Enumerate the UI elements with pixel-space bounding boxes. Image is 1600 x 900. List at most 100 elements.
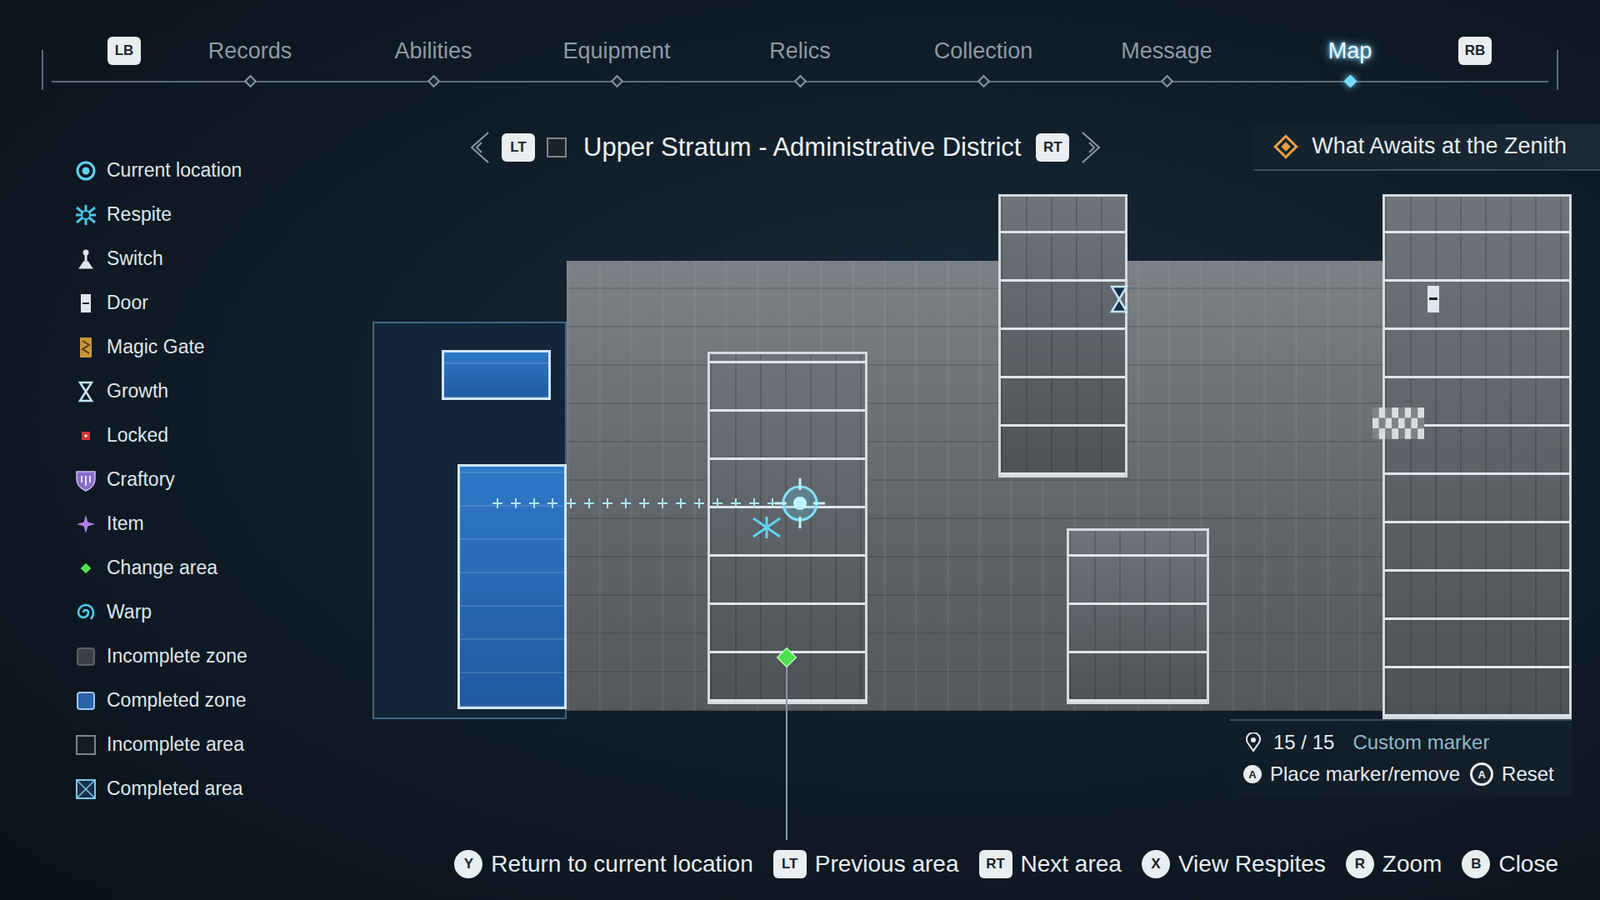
completed-zone-icon <box>73 688 99 714</box>
current-location-icon <box>775 478 825 529</box>
map-zone[interactable] <box>1382 194 1572 720</box>
map-canvas[interactable] <box>372 194 1572 720</box>
item-icon <box>73 511 99 537</box>
map-zone[interactable] <box>441 350 551 400</box>
action-label[interactable]: Reset <box>1501 762 1555 786</box>
tab-label[interactable]: Relics <box>769 36 831 65</box>
control-hint[interactable]: RTNext area <box>979 850 1122 879</box>
tab-label[interactable]: Equipment <box>562 36 670 65</box>
craftory-icon <box>73 467 99 493</box>
tab-label[interactable]: Message <box>1120 36 1213 65</box>
legend-item: Locked <box>73 413 373 458</box>
tab-diamond-icon <box>610 75 624 89</box>
menu-tab[interactable]: Relics <box>708 36 892 86</box>
map-screen: LB Records Abilities Equipment Relics Collect… <box>0 0 1600 900</box>
legend-label: Door <box>106 291 149 315</box>
main-area: Current locationRespiteSwitchDoorMagic G… <box>0 100 1600 817</box>
legend-label: Item <box>106 512 145 535</box>
control-hint[interactable]: LT Previous area <box>773 850 960 879</box>
control-key[interactable]: X <box>1141 850 1170 879</box>
control-key[interactable]: R <box>1345 850 1375 879</box>
completed-area-icon <box>73 776 99 802</box>
marker-action[interactable]: A Place marker/remove <box>1243 762 1460 786</box>
control-hint[interactable]: RZoom <box>1345 850 1443 879</box>
marker-row: 15 / 15Custom marker A Place marker/remove… <box>372 719 1600 796</box>
legend-item: Incomplete zone <box>73 634 373 679</box>
menu-tab[interactable]: Message <box>1075 36 1259 86</box>
tab-label[interactable]: Collection <box>934 36 1034 65</box>
left-arrow-icon[interactable] <box>466 129 492 166</box>
tab-label[interactable]: Abilities <box>394 36 472 65</box>
map-zone[interactable] <box>1066 528 1210 705</box>
marker-action[interactable]: A Reset <box>1470 762 1555 786</box>
action-label[interactable]: Place marker/remove <box>1270 762 1460 786</box>
control-key[interactable]: B <box>1461 850 1490 879</box>
action-key[interactable]: A <box>1470 762 1494 786</box>
control-hint[interactable]: B Close <box>1461 850 1559 879</box>
action-key[interactable]: A <box>1243 765 1262 784</box>
tab-label[interactable]: Map <box>1328 36 1373 65</box>
control-key[interactable]: Y <box>454 850 483 879</box>
legend-label: Incomplete zone <box>106 645 248 668</box>
legend-item: Change area <box>73 545 373 590</box>
legend-label: Growth <box>106 380 169 403</box>
legend-item: Respite <box>73 192 373 237</box>
control-key[interactable]: RT <box>979 850 1013 879</box>
control-label[interactable]: Close <box>1498 850 1559 878</box>
tab-diamond-icon <box>243 75 257 89</box>
area-title: Upper Stratum - Administrative District <box>583 132 1021 163</box>
menu-tab[interactable]: Equipment <box>525 36 709 86</box>
prev-tab-key[interactable]: LB <box>107 36 141 65</box>
menu-tab[interactable]: Records <box>158 36 342 86</box>
next-area-key[interactable]: RT <box>1035 133 1070 162</box>
menu-tab[interactable]: Abilities <box>341 36 525 86</box>
map-column: LT Upper Stratum - Administrative Distric… <box>372 100 1600 817</box>
legend-item: Completed zone <box>73 678 373 723</box>
legend-item: Magic Gate <box>73 325 373 370</box>
growth-icon[interactable] <box>1109 284 1130 315</box>
legend-label: Locked <box>106 424 169 447</box>
tab-diamond-icon <box>793 75 807 89</box>
respite-icon <box>73 202 99 228</box>
next-tab-key[interactable]: RB <box>1458 36 1492 65</box>
legend-label: Warp <box>106 600 152 624</box>
custom-marker-panel: 15 / 15Custom marker A Place marker/remove… <box>1230 719 1572 796</box>
prev-area-key[interactable]: LT <box>501 133 535 162</box>
legend-item: Growth <box>73 369 373 414</box>
marker-count-row: 15 / 15Custom marker <box>1243 730 1559 755</box>
control-key[interactable]: LT <box>773 850 807 879</box>
marker-count: 15 / 15 <box>1273 730 1335 755</box>
respite-icon[interactable] <box>750 515 784 540</box>
growth-icon <box>73 379 99 405</box>
menu-tab[interactable]: Collection <box>891 36 1075 86</box>
control-hint[interactable]: YReturn to current location <box>454 850 753 879</box>
map-terrain <box>566 260 1383 711</box>
control-label[interactable]: Next area <box>1020 850 1122 878</box>
control-hint[interactable]: X View Respites <box>1141 850 1326 879</box>
menu-tab[interactable]: Map <box>1258 36 1442 86</box>
right-arrow-icon[interactable] <box>1079 129 1105 166</box>
change-area-icon[interactable] <box>774 645 800 670</box>
map-legend: Current locationRespiteSwitchDoorMagic G… <box>0 100 373 817</box>
legend-label: Craftory <box>106 468 175 491</box>
legend-item: Warp <box>73 590 373 635</box>
legend-item: Item <box>73 501 373 546</box>
map-zone[interactable] <box>998 194 1128 478</box>
tab-diamond-icon <box>1160 75 1174 89</box>
door-icon[interactable] <box>1425 284 1442 315</box>
menu-nav: LB Records Abilities Equipment Relics Collect… <box>0 0 1600 100</box>
map-zone[interactable] <box>457 464 567 710</box>
control-label[interactable]: Zoom <box>1382 850 1443 878</box>
control-label[interactable]: View Respites <box>1178 850 1326 878</box>
control-label[interactable]: Previous area <box>815 850 960 878</box>
control-label[interactable]: Return to current location <box>490 850 753 878</box>
legend-label: Respite <box>106 203 172 226</box>
legend-label: Change area <box>106 556 218 580</box>
tab-label[interactable]: Records <box>208 36 293 65</box>
legend-item: Completed area <box>73 766 373 811</box>
marker-actions-row: A Place marker/remove A Reset <box>1243 762 1559 786</box>
legend-label: Incomplete area <box>106 733 245 756</box>
legend-label: Completed zone <box>106 689 247 712</box>
tab-diamond-icon <box>1343 75 1357 89</box>
magic-gate-icon <box>73 335 99 360</box>
